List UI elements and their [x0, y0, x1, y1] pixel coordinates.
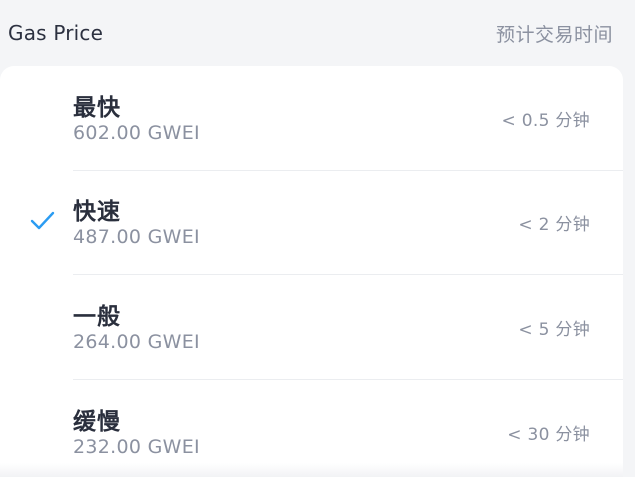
bottom-fade: [0, 463, 623, 477]
gas-option-name: 一般: [73, 304, 121, 330]
gas-option-time: < 2 分钟: [518, 215, 590, 235]
checkmark-icon: [30, 211, 55, 230]
gas-option-time: < 30 分钟: [507, 425, 590, 445]
gas-option-name: 缓慢: [73, 409, 121, 435]
gas-option-name: 快速: [73, 199, 121, 225]
gas-option-price: 232.00 GWEI: [73, 436, 200, 458]
gas-option-price: 264.00 GWEI: [73, 331, 200, 353]
gas-option-price: 487.00 GWEI: [73, 226, 200, 248]
gas-option-name: 最快: [73, 95, 121, 121]
gas-price-header: Gas Price 预计交易时间: [0, 0, 635, 66]
gas-price-title: Gas Price: [8, 21, 104, 45]
estimated-time-label: 预计交易时间: [495, 23, 613, 46]
gas-price-options-card: 最快 602.00 GWEI < 0.5 分钟 快速 487.00 GWEI <…: [0, 66, 623, 477]
gas-option-fast[interactable]: 快速 487.00 GWEI < 2 分钟: [0, 170, 623, 275]
gas-option-time: < 5 分钟: [518, 320, 590, 340]
gas-option-time: < 0.5 分钟: [501, 111, 590, 131]
gas-option-normal[interactable]: 一般 264.00 GWEI < 5 分钟: [0, 275, 623, 380]
gas-option-price: 602.00 GWEI: [73, 122, 200, 144]
gas-option-fastest[interactable]: 最快 602.00 GWEI < 0.5 分钟: [0, 66, 623, 171]
